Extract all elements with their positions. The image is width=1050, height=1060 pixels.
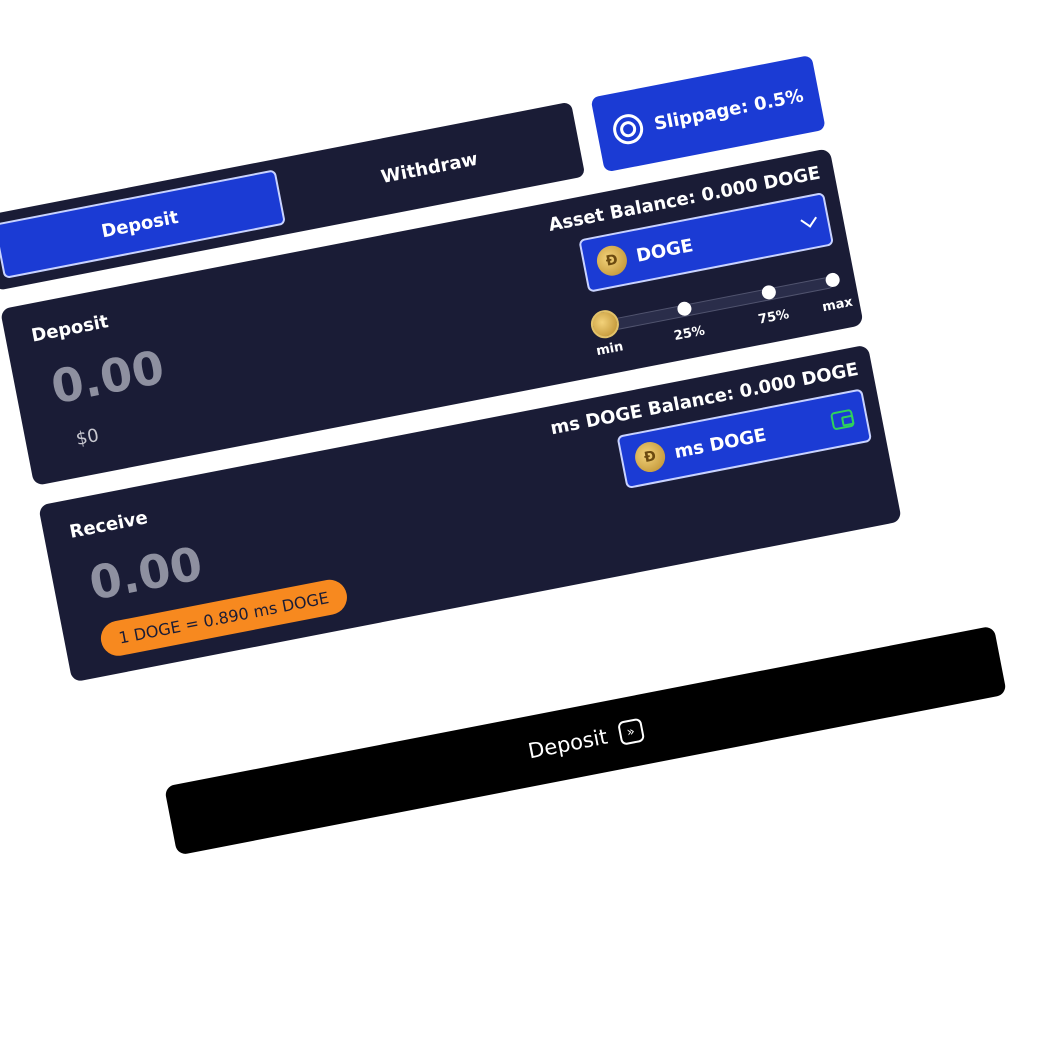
receive-amount: 0.00 bbox=[84, 536, 207, 611]
receive-asset-name: ms DOGE bbox=[672, 424, 768, 463]
slider-mark-max: max bbox=[821, 294, 855, 316]
deposit-usd-value: $0 bbox=[74, 425, 101, 451]
ms-doge-coin-icon: Ð bbox=[632, 439, 668, 475]
asset-name: DOGE bbox=[634, 234, 695, 267]
deposit-submit-button[interactable]: Deposit » bbox=[164, 625, 1007, 856]
receive-label: Receive bbox=[67, 507, 150, 543]
double-chevron-right-icon: » bbox=[616, 717, 645, 746]
slider-mark-75: 75% bbox=[757, 307, 791, 328]
deposit-label: Deposit bbox=[29, 311, 111, 347]
deposit-amount-input[interactable]: 0.00 bbox=[47, 340, 169, 415]
doge-coin-icon: Ð bbox=[594, 243, 630, 279]
slippage-label: Slippage: 0.5% bbox=[652, 84, 806, 135]
chevron-down-icon bbox=[800, 211, 818, 228]
add-to-wallet-icon[interactable] bbox=[829, 408, 856, 431]
cta-label: Deposit bbox=[526, 724, 610, 764]
slider-track[interactable] bbox=[604, 276, 835, 333]
settings-icon bbox=[610, 111, 646, 147]
slider-thumb-doge-icon[interactable] bbox=[588, 307, 622, 341]
stage: Deposit Withdraw Slippage: 0.5% Deposit … bbox=[0, 0, 1050, 1060]
slider-mark-25: 25% bbox=[672, 323, 707, 345]
slider-mark-min: min bbox=[594, 339, 625, 360]
